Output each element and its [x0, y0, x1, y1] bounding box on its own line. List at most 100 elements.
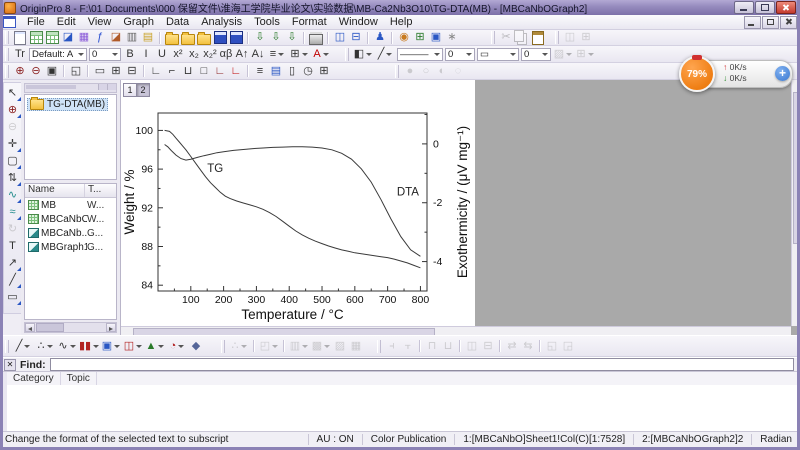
3d-plot-button[interactable]: ◆	[188, 339, 204, 354]
column-name[interactable]: Name	[25, 184, 85, 197]
graph-9-panel-button[interactable]: ⊟	[124, 64, 140, 79]
import-multiple-ascii-button[interactable]: ⇩	[284, 30, 300, 45]
menu-window[interactable]: Window	[333, 15, 384, 29]
import-wizard-button[interactable]: ⇩	[252, 30, 268, 45]
decrease-font-button[interactable]: A↓	[250, 47, 266, 62]
subscript-button[interactable]: x₂	[186, 47, 202, 62]
vertical-scrollbar[interactable]	[791, 80, 797, 326]
rescale-to-show-all-button[interactable]: ◱	[68, 64, 84, 79]
menu-tools[interactable]: Tools	[248, 15, 286, 29]
date-time-stamp-button[interactable]: ◷	[300, 64, 316, 79]
scrollbar-thumb[interactable]	[133, 328, 435, 335]
column-type[interactable]: T...	[85, 184, 116, 197]
font-combo[interactable]: Default: A	[29, 47, 87, 61]
selection-on-active-plot-tool[interactable]: ∿	[5, 187, 21, 203]
menu-data[interactable]: Data	[160, 15, 195, 29]
new-function-button[interactable]: ƒ	[92, 30, 108, 45]
screen-reader-tool[interactable]: ✛	[5, 136, 21, 152]
menu-graph[interactable]: Graph	[117, 15, 160, 29]
maximize-button[interactable]	[755, 1, 775, 14]
new-project-button[interactable]	[12, 30, 28, 45]
underline-button[interactable]: U	[154, 47, 170, 62]
duplicate-window-button[interactable]: ⊟	[348, 30, 364, 45]
line-border-color-button[interactable]: ╱	[374, 47, 396, 62]
pointer-tool[interactable]: ↖	[5, 85, 21, 101]
log-column-topic[interactable]: Topic	[61, 372, 97, 385]
new-legend-button[interactable]: ≡	[252, 64, 268, 79]
close-icon[interactable]: ✕	[4, 358, 16, 371]
scrollbar-thumb[interactable]	[36, 323, 64, 332]
line-tool[interactable]: ╱	[5, 272, 21, 288]
add-xy-scale-button[interactable]: ▯	[284, 64, 300, 79]
new-lbr-axes-button[interactable]: ⊔	[180, 64, 196, 79]
zoom-in-tool[interactable]: ⊕	[5, 102, 21, 118]
selection-on-all-plots-tool[interactable]: ≈	[5, 204, 21, 220]
new-excel-button[interactable]	[44, 30, 60, 45]
increase-font-button[interactable]: A↑	[234, 47, 250, 62]
graph-window-icon[interactable]	[3, 16, 16, 28]
list-item[interactable]: MBCaNb... G...	[25, 226, 116, 240]
scrollbar-thumb[interactable]	[26, 85, 77, 89]
child-minimize-button[interactable]	[744, 15, 761, 29]
bold-button[interactable]: B	[122, 47, 138, 62]
annotation-tool[interactable]: ▢	[5, 153, 21, 169]
scroll-left-button[interactable]	[25, 323, 35, 332]
merge-cells-button[interactable]: ⊞	[288, 47, 310, 62]
fill-color-button[interactable]: ◧	[352, 47, 374, 62]
add-color-scale-button[interactable]: ▤	[268, 64, 284, 79]
new-box-axes-button[interactable]: □	[196, 64, 212, 79]
menu-help[interactable]: Help	[384, 15, 419, 29]
save-template-button[interactable]	[228, 30, 244, 45]
zoom-out-button[interactable]: ⊖	[28, 64, 44, 79]
paste-button[interactable]	[530, 30, 546, 45]
template-library-button[interactable]: ▣	[100, 339, 122, 354]
log-column-category[interactable]: Category	[7, 372, 61, 385]
font-size-combo[interactable]: 0	[89, 47, 121, 61]
font-color-button[interactable]: A	[310, 47, 332, 62]
open-excel-button[interactable]	[180, 30, 196, 45]
new-left-top-axes-button[interactable]: ⌐	[164, 64, 180, 79]
minimize-button[interactable]	[734, 1, 754, 14]
find-input[interactable]	[49, 358, 794, 371]
box-chart-button[interactable]: ◫	[122, 339, 144, 354]
project-explorer-top-scrollbar[interactable]	[24, 83, 117, 93]
list-header[interactable]: Name T...	[25, 184, 116, 198]
scatter-plot-button[interactable]: ∴	[34, 339, 56, 354]
project-explorer-button[interactable]: ◉	[396, 30, 412, 45]
menu-format[interactable]: Format	[286, 15, 333, 29]
new-left-bottom-axes-button[interactable]: ∟	[148, 64, 164, 79]
open-template-button[interactable]	[196, 30, 212, 45]
pie-chart-button[interactable]: ◔	[166, 339, 188, 354]
rectangle-tool[interactable]: ▭	[5, 289, 21, 305]
menu-file[interactable]: File	[21, 15, 51, 29]
border-width-combo[interactable]: 0	[521, 47, 551, 61]
column-plot-button[interactable]: ▮▮	[78, 339, 100, 354]
alignment-button[interactable]: ≡	[266, 47, 288, 62]
collaboration-button[interactable]: ♟	[372, 30, 388, 45]
close-button[interactable]	[776, 1, 796, 14]
scrollbar-thumb[interactable]	[793, 92, 797, 244]
title-bar[interactable]: OriginPro 8 - F:\01 Documents\000 保留文件\淮…	[3, 0, 797, 15]
horizontal-scrollbar[interactable]	[121, 326, 791, 335]
add-button[interactable]: +	[775, 66, 790, 81]
new-matrix-button[interactable]: ▦	[76, 30, 92, 45]
greek-symbol-button[interactable]: Tr	[12, 47, 28, 62]
scroll-right-button[interactable]	[107, 84, 116, 90]
new-inset-layer-button[interactable]: ∟	[212, 64, 228, 79]
sub-superscript-button[interactable]: x₂²	[202, 47, 218, 62]
log-body[interactable]	[7, 385, 797, 431]
line-width-combo[interactable]: 0	[445, 47, 475, 61]
line-plot-button[interactable]: ╱	[12, 339, 34, 354]
folder-item[interactable]: TG-DTA(MB)	[27, 97, 109, 111]
script-window-button[interactable]: ▣	[428, 30, 444, 45]
merge-graphs-button[interactable]: ▭	[92, 64, 108, 79]
menu-view[interactable]: View	[82, 15, 118, 29]
progress-circle[interactable]: 79%	[679, 55, 715, 92]
border-combo[interactable]: ▭	[477, 47, 519, 61]
refresh-window-button[interactable]: ◫	[332, 30, 348, 45]
zoom-in-button[interactable]: ⊕	[12, 64, 28, 79]
data-selector-tool[interactable]: ⇅	[5, 170, 21, 186]
new-3d-graph-button[interactable]: ◪	[108, 30, 124, 45]
open-button[interactable]	[164, 30, 180, 45]
text-tool[interactable]: T	[5, 238, 21, 254]
